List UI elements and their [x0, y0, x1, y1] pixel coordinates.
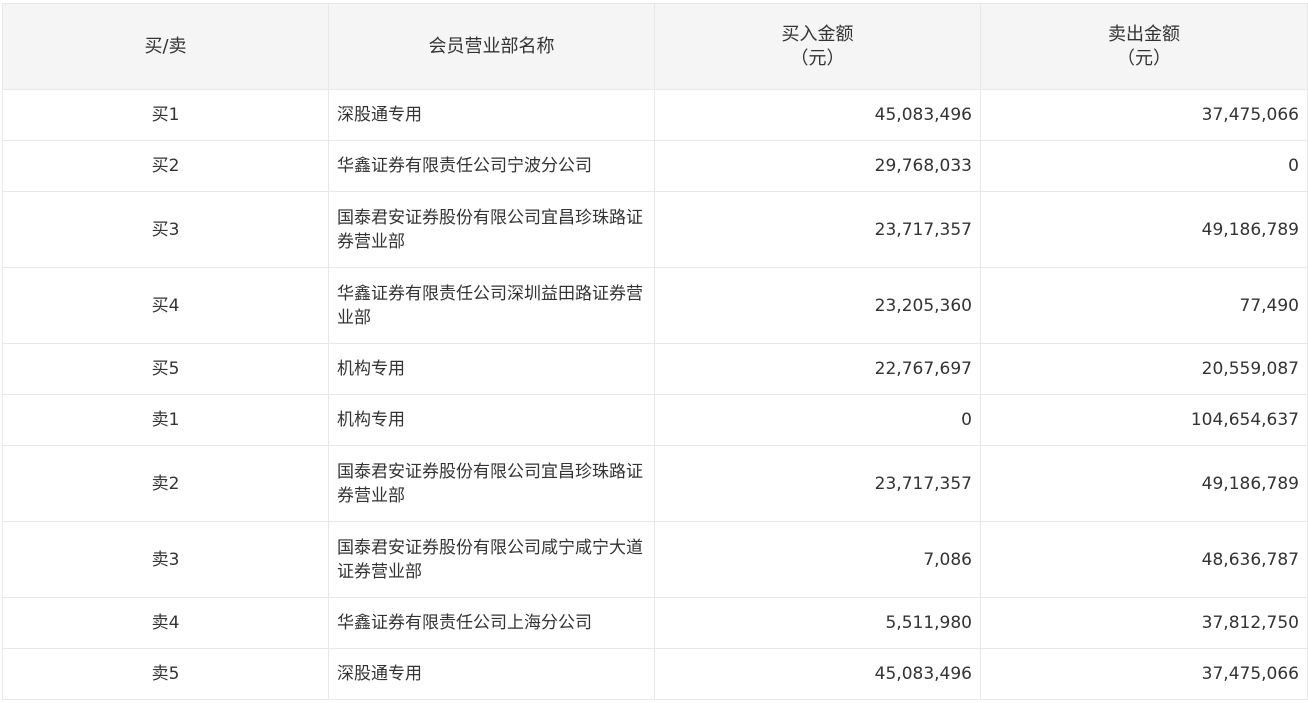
header-buy-unit: （元）	[790, 47, 845, 69]
row-side: 卖3	[2, 521, 329, 598]
row-sell-amount: 49,186,789	[980, 445, 1308, 522]
row-sell-amount: 49,186,789	[980, 191, 1308, 268]
row-buy-amount: 45,083,496	[654, 89, 981, 141]
row-branch-name: 机构专用	[328, 394, 655, 446]
row-side: 买4	[2, 267, 329, 344]
row-side: 卖4	[2, 597, 329, 649]
row-buy-amount: 29,768,033	[654, 140, 981, 192]
row-buy-amount: 23,205,360	[654, 267, 981, 344]
header-sell-label: 卖出金额	[1108, 23, 1180, 45]
row-side: 买1	[2, 89, 329, 141]
row-buy-amount: 7,086	[654, 521, 981, 598]
row-side: 买5	[2, 343, 329, 395]
table-body: 买1 深股通专用 45,083,496 37,475,066 买2 华鑫证券有限…	[2, 89, 1308, 700]
row-branch-name: 国泰君安证券股份有限公司宜昌珍珠路证券营业部	[328, 191, 655, 268]
row-sell-amount: 37,475,066	[980, 89, 1308, 141]
row-branch-name: 华鑫证券有限责任公司宁波分公司	[328, 140, 655, 192]
row-buy-amount: 45,083,496	[654, 648, 981, 700]
table-row: 卖5 深股通专用 45,083,496 37,475,066	[2, 648, 1308, 700]
row-side: 卖5	[2, 648, 329, 700]
row-branch-name: 国泰君安证券股份有限公司宜昌珍珠路证券营业部	[328, 445, 655, 522]
row-buy-amount: 0	[654, 394, 981, 446]
row-branch-name: 国泰君安证券股份有限公司咸宁咸宁大道证券营业部	[328, 521, 655, 598]
row-sell-amount: 0	[980, 140, 1308, 192]
table-row: 买4 华鑫证券有限责任公司深圳益田路证券营业部 23,205,360 77,49…	[2, 267, 1308, 344]
table-row: 买5 机构专用 22,767,697 20,559,087	[2, 343, 1308, 395]
row-branch-name: 机构专用	[328, 343, 655, 395]
row-sell-amount: 20,559,087	[980, 343, 1308, 395]
row-branch-name: 华鑫证券有限责任公司深圳益田路证券营业部	[328, 267, 655, 344]
table-row: 卖2 国泰君安证券股份有限公司宜昌珍珠路证券营业部 23,717,357 49,…	[2, 445, 1308, 522]
row-side: 买2	[2, 140, 329, 192]
page: 买/卖 会员营业部名称 买入金额 （元） 卖出金额 （元） 买1 深股通专用 4…	[0, 0, 1308, 703]
header-row: 买/卖 会员营业部名称 买入金额 （元） 卖出金额 （元）	[2, 3, 1308, 90]
row-side: 买3	[2, 191, 329, 268]
row-side: 卖2	[2, 445, 329, 522]
row-sell-amount: 37,812,750	[980, 597, 1308, 649]
table-row: 卖3 国泰君安证券股份有限公司咸宁咸宁大道证券营业部 7,086 48,636,…	[2, 521, 1308, 598]
table-header: 买/卖 会员营业部名称 买入金额 （元） 卖出金额 （元）	[2, 3, 1308, 90]
row-side: 卖1	[2, 394, 329, 446]
table-row: 买2 华鑫证券有限责任公司宁波分公司 29,768,033 0	[2, 140, 1308, 192]
row-branch-name: 深股通专用	[328, 648, 655, 700]
table-row: 卖4 华鑫证券有限责任公司上海分公司 5,511,980 37,812,750	[2, 597, 1308, 649]
table-row: 买3 国泰君安证券股份有限公司宜昌珍珠路证券营业部 23,717,357 49,…	[2, 191, 1308, 268]
header-sell-amount: 卖出金额 （元）	[980, 3, 1308, 90]
row-sell-amount: 77,490	[980, 267, 1308, 344]
row-branch-name: 深股通专用	[328, 89, 655, 141]
row-buy-amount: 5,511,980	[654, 597, 981, 649]
broker-trading-table: 买/卖 会员营业部名称 买入金额 （元） 卖出金额 （元） 买1 深股通专用 4…	[2, 3, 1308, 700]
row-sell-amount: 48,636,787	[980, 521, 1308, 598]
header-sell-unit: （元）	[1117, 47, 1171, 69]
header-buy-label: 买入金额	[781, 23, 854, 45]
row-buy-amount: 23,717,357	[654, 191, 981, 268]
row-branch-name: 华鑫证券有限责任公司上海分公司	[328, 597, 655, 649]
row-sell-amount: 37,475,066	[980, 648, 1308, 700]
row-buy-amount: 23,717,357	[654, 445, 981, 522]
table-row: 卖1 机构专用 0 104,654,637	[2, 394, 1308, 446]
row-buy-amount: 22,767,697	[654, 343, 981, 395]
table-row: 买1 深股通专用 45,083,496 37,475,066	[2, 89, 1308, 141]
header-side: 买/卖	[2, 3, 329, 90]
header-buy-amount: 买入金额 （元）	[654, 3, 981, 90]
row-sell-amount: 104,654,637	[980, 394, 1308, 446]
header-branch-name: 会员营业部名称	[328, 3, 655, 90]
